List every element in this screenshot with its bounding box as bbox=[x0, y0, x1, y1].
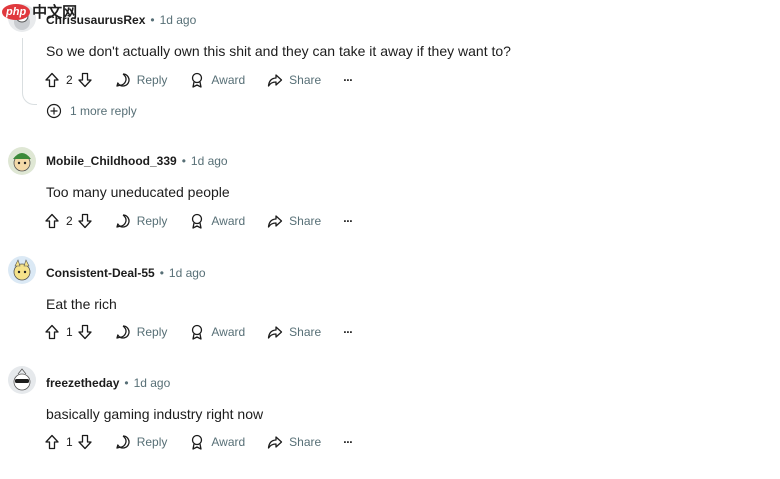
share-button[interactable]: Share bbox=[267, 324, 321, 340]
reply-button[interactable]: Reply bbox=[115, 213, 168, 229]
share-button[interactable]: Share bbox=[267, 434, 321, 450]
comment-meta: freezetheday • 1d ago bbox=[46, 376, 170, 390]
award-button[interactable]: Award bbox=[189, 324, 245, 340]
separator: • bbox=[124, 376, 129, 390]
avatar[interactable] bbox=[8, 366, 36, 394]
share-label: Share bbox=[289, 325, 322, 339]
upvote-icon bbox=[45, 434, 59, 450]
comment-text: Eat the rich bbox=[46, 296, 117, 312]
thread-line[interactable] bbox=[22, 38, 37, 105]
share-icon bbox=[268, 215, 283, 228]
reply-label: Reply bbox=[136, 214, 168, 228]
more-options-icon: ··· bbox=[343, 73, 353, 87]
comment-meta: Consistent-Deal-55 • 1d ago bbox=[46, 266, 206, 280]
downvote-icon bbox=[78, 213, 92, 229]
expand-plus-icon bbox=[46, 103, 62, 119]
timestamp[interactable]: 1d ago bbox=[169, 266, 206, 280]
award-label: Award bbox=[211, 325, 246, 339]
separator: • bbox=[181, 154, 186, 168]
site-watermark: php 中文网 bbox=[2, 1, 77, 22]
author-name[interactable]: freezetheday bbox=[46, 376, 119, 390]
share-button[interactable]: Share bbox=[267, 213, 321, 229]
vote-count: 1 bbox=[66, 435, 73, 449]
share-icon bbox=[268, 326, 283, 339]
author-name[interactable]: Mobile_Childhood_339 bbox=[46, 154, 177, 168]
reply-button[interactable]: Reply bbox=[115, 72, 168, 88]
avatar[interactable] bbox=[8, 147, 36, 175]
more-options-button[interactable]: ··· bbox=[343, 73, 353, 87]
reply-icon bbox=[116, 325, 130, 339]
more-options-button[interactable]: ··· bbox=[343, 214, 353, 228]
reply-label: Reply bbox=[136, 435, 168, 449]
award-button[interactable]: Award bbox=[189, 213, 245, 229]
award-icon bbox=[192, 213, 203, 229]
share-label: Share bbox=[289, 435, 322, 449]
separator: • bbox=[150, 13, 155, 27]
timestamp[interactable]: 1d ago bbox=[160, 13, 197, 27]
separator: • bbox=[159, 266, 164, 280]
watermark-php-logo: php bbox=[2, 3, 31, 20]
more-options-icon: ··· bbox=[343, 435, 353, 449]
share-icon bbox=[268, 74, 283, 87]
upvote-button[interactable] bbox=[44, 213, 60, 229]
downvote-icon bbox=[78, 324, 92, 340]
avatar[interactable] bbox=[8, 256, 36, 284]
upvote-button[interactable] bbox=[44, 324, 60, 340]
more-options-button[interactable]: ··· bbox=[343, 325, 353, 339]
comment-text: So we don't actually own this shit and t… bbox=[46, 43, 511, 59]
downvote-icon bbox=[78, 72, 92, 88]
reply-label: Reply bbox=[136, 325, 168, 339]
more-options-icon: ··· bbox=[343, 214, 353, 228]
award-button[interactable]: Award bbox=[189, 72, 245, 88]
vote-count: 2 bbox=[66, 73, 73, 87]
upvote-button[interactable] bbox=[44, 434, 60, 450]
vote-count: 1 bbox=[66, 325, 73, 339]
comment-actions: 2 Reply Award Share ··· bbox=[44, 72, 353, 88]
downvote-button[interactable] bbox=[77, 324, 93, 340]
upvote-icon bbox=[45, 72, 59, 88]
upvote-icon bbox=[45, 324, 59, 340]
share-icon bbox=[268, 436, 283, 449]
award-icon bbox=[192, 434, 203, 450]
award-icon bbox=[192, 324, 203, 340]
downvote-button[interactable] bbox=[77, 72, 93, 88]
upvote-button[interactable] bbox=[44, 72, 60, 88]
comment-actions: 1 Reply Award Share ··· bbox=[44, 434, 353, 450]
comment-actions: 1 Reply Award Share ··· bbox=[44, 324, 353, 340]
downvote-icon bbox=[78, 434, 92, 450]
award-icon bbox=[192, 72, 203, 88]
share-button[interactable]: Share bbox=[267, 72, 321, 88]
downvote-button[interactable] bbox=[77, 213, 93, 229]
comment-text: Too many uneducated people bbox=[46, 184, 230, 200]
award-label: Award bbox=[211, 73, 246, 87]
reply-icon bbox=[116, 214, 130, 228]
award-label: Award bbox=[211, 214, 246, 228]
downvote-button[interactable] bbox=[77, 434, 93, 450]
reply-icon bbox=[116, 73, 130, 87]
more-replies-label: 1 more reply bbox=[70, 104, 137, 118]
more-options-icon: ··· bbox=[343, 325, 353, 339]
watermark-site-name: 中文网 bbox=[32, 4, 78, 21]
more-replies-link[interactable]: 1 more reply bbox=[46, 103, 137, 119]
reply-button[interactable]: Reply bbox=[115, 324, 168, 340]
share-label: Share bbox=[289, 214, 322, 228]
more-options-button[interactable]: ··· bbox=[343, 435, 353, 449]
reply-icon bbox=[116, 435, 130, 449]
timestamp[interactable]: 1d ago bbox=[134, 376, 171, 390]
award-label: Award bbox=[211, 435, 246, 449]
comment-text: basically gaming industry right now bbox=[46, 406, 264, 422]
award-button[interactable]: Award bbox=[189, 434, 245, 450]
share-label: Share bbox=[289, 73, 322, 87]
vote-count: 2 bbox=[66, 214, 73, 228]
comment-meta: Mobile_Childhood_339 • 1d ago bbox=[46, 154, 228, 168]
reply-button[interactable]: Reply bbox=[115, 434, 168, 450]
upvote-icon bbox=[45, 213, 59, 229]
reply-label: Reply bbox=[136, 73, 168, 87]
timestamp[interactable]: 1d ago bbox=[191, 154, 228, 168]
comment-actions: 2 Reply Award Share ··· bbox=[44, 213, 353, 229]
author-name[interactable]: Consistent-Deal-55 bbox=[46, 266, 155, 280]
